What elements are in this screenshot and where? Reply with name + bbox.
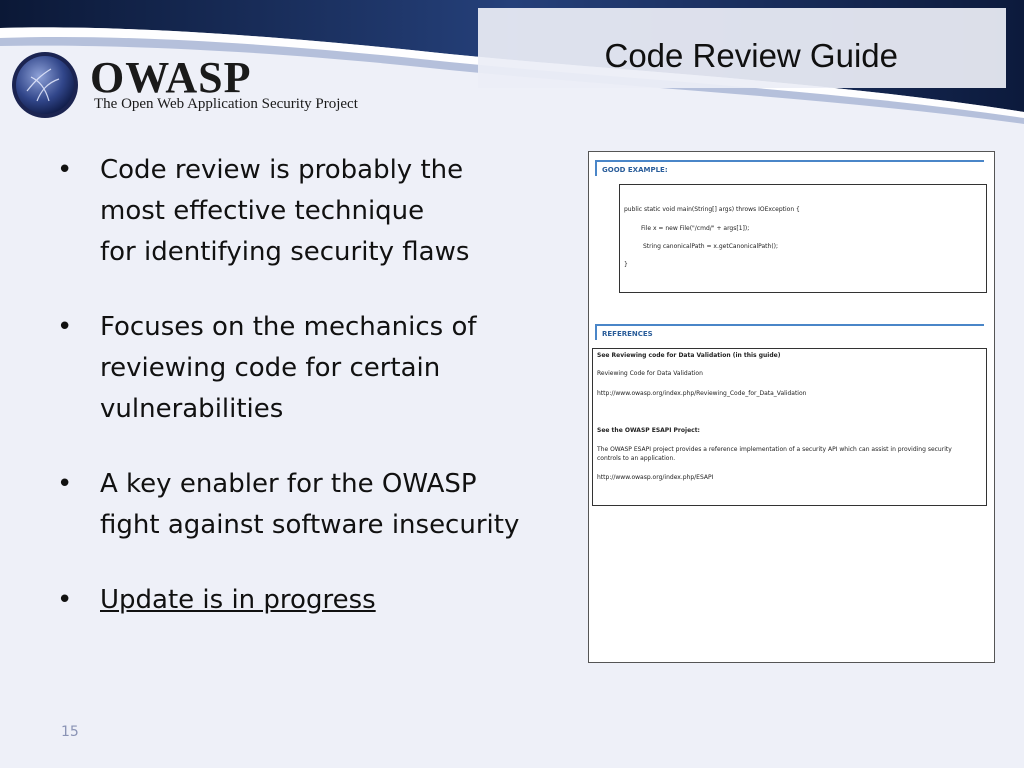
bullet-item-update-link[interactable]: • Update is in progress	[57, 580, 567, 621]
bullet-list: • Code review is probably the most effec…	[57, 150, 567, 655]
reference-text: See the OWASP ESAPI Project:	[597, 427, 700, 434]
title-panel: Code Review Guide	[478, 8, 1006, 88]
references-heading: REFERENCES	[595, 324, 984, 340]
bullet-item: • Focuses on the mechanics of reviewing …	[57, 307, 567, 430]
bullet-item: • A key enabler for the OWASP fight agai…	[57, 464, 567, 546]
slide-title: Code Review Guide	[604, 37, 899, 74]
reference-description: The OWASP ESAPI project provides a refer…	[597, 446, 952, 462]
bullet-glyph: •	[57, 155, 73, 185]
code-line: File x = new File("/cmd/" + args[1]);	[641, 225, 750, 232]
code-line: public static void main(String[] args) t…	[624, 206, 800, 213]
references-box: See Reviewing code for Data Validation (…	[592, 348, 987, 506]
good-example-heading: GOOD EXAMPLE:	[595, 160, 984, 176]
owasp-tagline: The Open Web Application Security Projec…	[94, 96, 358, 112]
bullet-glyph: •	[57, 585, 73, 615]
bullet-text: Focuses on the mechanics of reviewing co…	[100, 312, 477, 424]
page-number: 15	[61, 724, 79, 740]
code-line: String canonicalPath = x.getCanonicalPat…	[643, 243, 779, 250]
reference-url: http://www.owasp.org/index.php/ESAPI	[597, 474, 714, 481]
update-in-progress-link[interactable]: Update is in progress	[100, 585, 376, 615]
bullet-glyph: •	[57, 312, 73, 342]
owasp-globe-logo-icon	[12, 52, 78, 118]
bullet-glyph: •	[57, 469, 73, 499]
code-line: }	[624, 261, 628, 268]
reference-text: Reviewing Code for Data Validation	[597, 370, 703, 377]
code-example-box: public static void main(String[] args) t…	[619, 184, 987, 293]
reference-text: See Reviewing code for Data Validation (…	[597, 352, 781, 359]
document-thumbnail: GOOD EXAMPLE: public static void main(St…	[588, 151, 995, 663]
bullet-item: • Code review is probably the most effec…	[57, 150, 567, 273]
bullet-text: Code review is probably the most effecti…	[100, 155, 470, 267]
reference-url: http://www.owasp.org/index.php/Reviewing…	[597, 390, 807, 397]
bullet-text: A key enabler for the OWASP fight agains…	[100, 469, 520, 540]
